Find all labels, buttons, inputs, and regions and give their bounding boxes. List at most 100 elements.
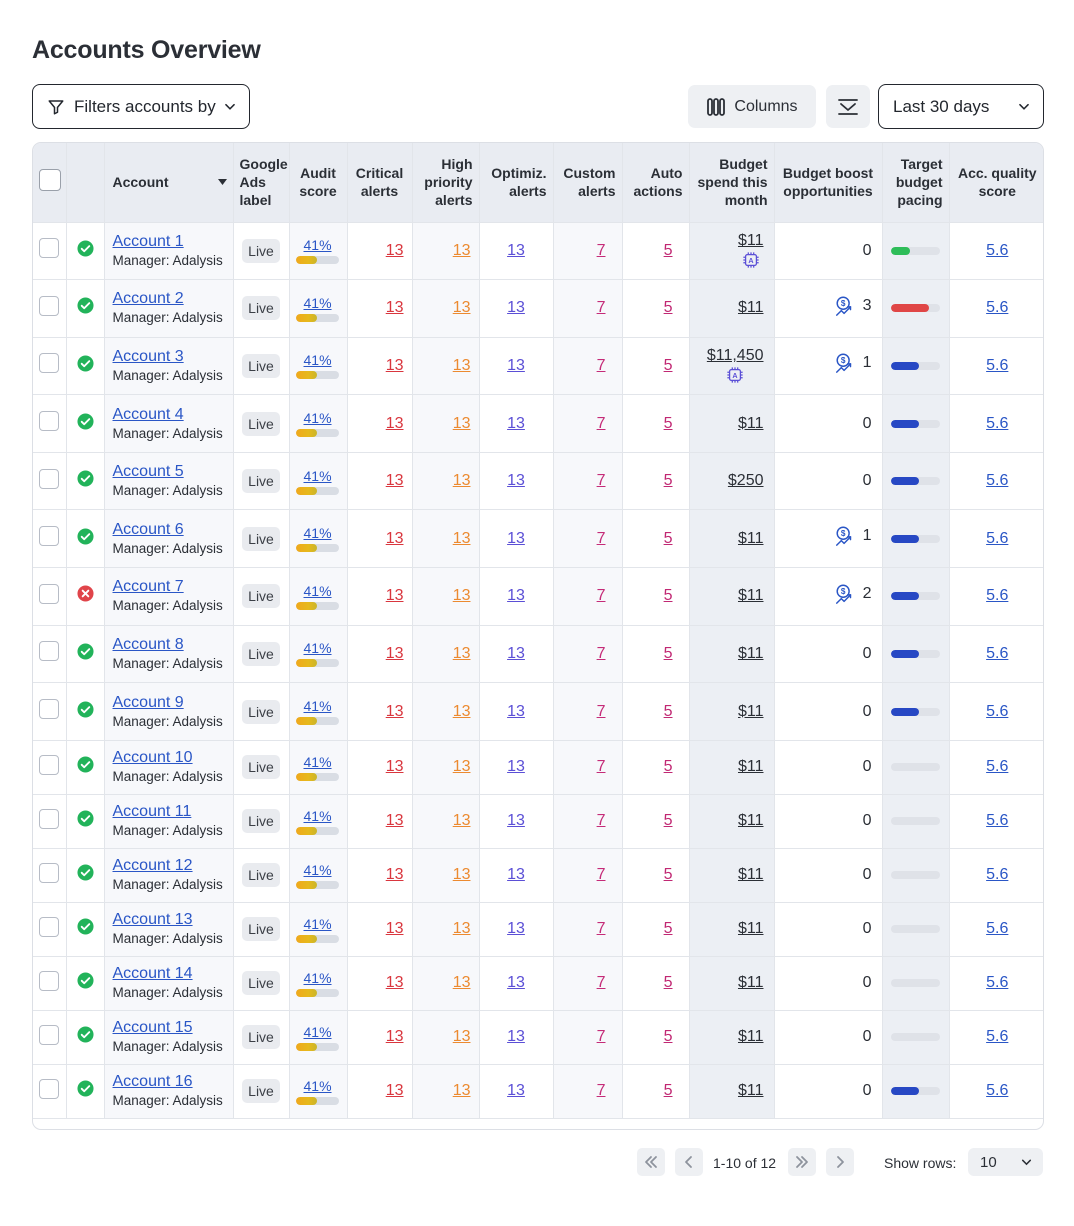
- rows-per-page-select[interactable]: 10: [968, 1148, 1043, 1176]
- audit-score-link[interactable]: 41%: [304, 410, 347, 427]
- account-name-link[interactable]: Account 6: [113, 520, 233, 539]
- optimiz-alerts-link[interactable]: 13: [507, 812, 525, 829]
- audit-score-link[interactable]: 41%: [304, 640, 347, 657]
- auto-actions-link[interactable]: 5: [664, 645, 673, 662]
- critical-alerts-link[interactable]: 13: [386, 357, 404, 374]
- date-range-select[interactable]: Last 30 days: [878, 84, 1044, 129]
- custom-alerts-link[interactable]: 7: [597, 758, 606, 775]
- critical-alerts-link[interactable]: 13: [386, 1082, 404, 1099]
- critical-alerts-link[interactable]: 13: [386, 645, 404, 662]
- quality-score-link[interactable]: 5.6: [986, 974, 1008, 991]
- high-priority-alerts-link[interactable]: 13: [453, 299, 471, 316]
- quality-score-link[interactable]: 5.6: [986, 758, 1008, 775]
- budget-spend-link[interactable]: $11,450: [707, 347, 764, 365]
- high-priority-alerts-link[interactable]: 13: [453, 703, 471, 720]
- critical-alerts-link[interactable]: 13: [386, 974, 404, 991]
- critical-alerts-link[interactable]: 13: [386, 920, 404, 937]
- budget-spend-link[interactable]: $11: [738, 1028, 764, 1046]
- critical-alerts-link[interactable]: 13: [386, 703, 404, 720]
- custom-alerts-link[interactable]: 7: [597, 703, 606, 720]
- row-checkbox[interactable]: [39, 1024, 60, 1045]
- audit-score-link[interactable]: 41%: [304, 583, 347, 600]
- account-header[interactable]: Account: [104, 143, 234, 223]
- critical-alerts-link[interactable]: 13: [386, 812, 404, 829]
- critical-alerts-link[interactable]: 13: [386, 299, 404, 316]
- budget-spend-link[interactable]: $11: [738, 758, 764, 776]
- optimiz-alerts-link[interactable]: 13: [507, 866, 525, 883]
- budget-spend-link[interactable]: $11: [738, 299, 764, 317]
- budget-spend-link[interactable]: $11: [738, 1082, 764, 1100]
- auto-actions-link[interactable]: 5: [664, 1028, 673, 1045]
- critical-alerts-link[interactable]: 13: [386, 758, 404, 775]
- audit-score-link[interactable]: 41%: [304, 1078, 347, 1095]
- row-checkbox[interactable]: [39, 353, 60, 374]
- row-checkbox[interactable]: [39, 970, 60, 991]
- budget-spend-link[interactable]: $11: [738, 645, 764, 663]
- account-name-link[interactable]: Account 12: [113, 856, 233, 875]
- budget-spend-link[interactable]: $11: [738, 587, 764, 605]
- account-name-link[interactable]: Account 1: [113, 232, 233, 251]
- account-name-link[interactable]: Account 2: [113, 289, 233, 308]
- high-priority-alerts-link[interactable]: 13: [453, 415, 471, 432]
- auto-actions-link[interactable]: 5: [664, 758, 673, 775]
- budget-spend-link[interactable]: $11: [738, 974, 764, 992]
- optimiz-alerts-link[interactable]: 13: [507, 415, 525, 432]
- quality-score-link[interactable]: 5.6: [986, 299, 1008, 316]
- critical-alerts-link[interactable]: 13: [386, 415, 404, 432]
- audit-score-link[interactable]: 41%: [304, 970, 347, 987]
- auto-actions-link[interactable]: 5: [664, 530, 673, 547]
- custom-alerts-link[interactable]: 7: [597, 645, 606, 662]
- account-name-link[interactable]: Account 14: [113, 964, 233, 983]
- custom-alerts-link[interactable]: 7: [597, 974, 606, 991]
- next-page-button[interactable]: [826, 1148, 854, 1176]
- account-name-link[interactable]: Account 7: [113, 577, 233, 596]
- budget-spend-link[interactable]: $11: [738, 703, 764, 721]
- row-checkbox[interactable]: [39, 699, 60, 720]
- optimiz-alerts-link[interactable]: 13: [507, 703, 525, 720]
- optimiz-alerts-link[interactable]: 13: [507, 974, 525, 991]
- custom-alerts-link[interactable]: 7: [597, 415, 606, 432]
- high-priority-alerts-link[interactable]: 13: [453, 587, 471, 604]
- optimiz-alerts-link[interactable]: 13: [507, 472, 525, 489]
- custom-alerts-link[interactable]: 7: [597, 530, 606, 547]
- row-checkbox[interactable]: [39, 468, 60, 489]
- quality-score-link[interactable]: 5.6: [986, 1082, 1008, 1099]
- last-page-button[interactable]: [788, 1148, 816, 1176]
- row-checkbox[interactable]: [39, 238, 60, 259]
- custom-alerts-link[interactable]: 7: [597, 1082, 606, 1099]
- custom-alerts-link[interactable]: 7: [597, 357, 606, 374]
- row-checkbox[interactable]: [39, 862, 60, 883]
- auto-actions-link[interactable]: 5: [664, 587, 673, 604]
- critical-alerts-link[interactable]: 13: [386, 472, 404, 489]
- quality-score-link[interactable]: 5.6: [986, 703, 1008, 720]
- custom-alerts-link[interactable]: 7: [597, 920, 606, 937]
- prev-page-button[interactable]: [675, 1148, 703, 1176]
- critical-alerts-link[interactable]: 13: [386, 1028, 404, 1045]
- custom-alerts-link[interactable]: 7: [597, 472, 606, 489]
- critical-alerts-link[interactable]: 13: [386, 530, 404, 547]
- account-name-link[interactable]: Account 3: [113, 347, 233, 366]
- high-priority-alerts-link[interactable]: 13: [453, 530, 471, 547]
- quality-score-link[interactable]: 5.6: [986, 812, 1008, 829]
- auto-actions-link[interactable]: 5: [664, 415, 673, 432]
- optimiz-alerts-link[interactable]: 13: [507, 920, 525, 937]
- account-name-link[interactable]: Account 5: [113, 462, 233, 481]
- critical-alerts-link[interactable]: 13: [386, 242, 404, 259]
- row-checkbox[interactable]: [39, 916, 60, 937]
- high-priority-alerts-link[interactable]: 13: [453, 242, 471, 259]
- optimiz-alerts-link[interactable]: 13: [507, 758, 525, 775]
- audit-score-link[interactable]: 41%: [304, 237, 347, 254]
- account-name-link[interactable]: Account 10: [113, 748, 233, 767]
- audit-score-link[interactable]: 41%: [304, 916, 347, 933]
- quality-score-link[interactable]: 5.6: [986, 645, 1008, 662]
- audit-score-link[interactable]: 41%: [304, 352, 347, 369]
- budget-boost-value[interactable]: $2: [834, 583, 872, 605]
- high-priority-alerts-link[interactable]: 13: [453, 812, 471, 829]
- optimiz-alerts-link[interactable]: 13: [507, 530, 525, 547]
- quality-score-link[interactable]: 5.6: [986, 472, 1008, 489]
- high-priority-alerts-link[interactable]: 13: [453, 1028, 471, 1045]
- auto-actions-link[interactable]: 5: [664, 866, 673, 883]
- row-checkbox[interactable]: [39, 1078, 60, 1099]
- critical-alerts-link[interactable]: 13: [386, 866, 404, 883]
- custom-alerts-link[interactable]: 7: [597, 1028, 606, 1045]
